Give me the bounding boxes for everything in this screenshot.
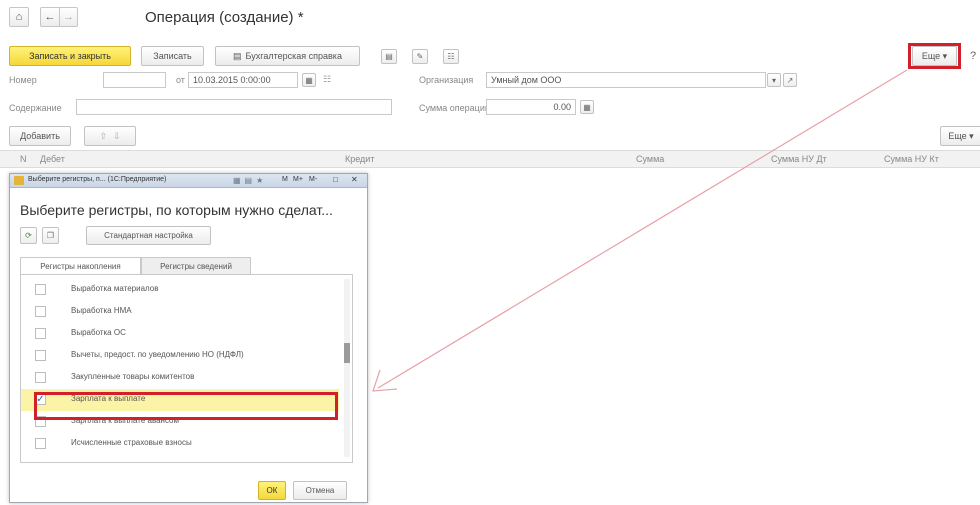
list-item[interactable]: Выработка материалов	[21, 279, 339, 301]
dialog-memory-mplus[interactable]: M+	[293, 176, 303, 183]
list-item[interactable]: Выработка ОС	[21, 323, 339, 345]
checkbox[interactable]	[35, 328, 46, 339]
app-icon	[14, 176, 24, 185]
checkbox[interactable]	[35, 438, 46, 449]
list-item-label: Вычеты, предост. по уведомлению НО (НДФЛ…	[71, 350, 244, 359]
amount-value: 0.00	[553, 102, 571, 112]
move-buttons[interactable]: ⇧ ⇩	[84, 126, 136, 146]
copy-icon[interactable]: ❐	[42, 227, 59, 244]
arrow-down-icon: ⇩	[113, 130, 121, 141]
amount-label: Сумма операции	[419, 103, 490, 113]
column-n[interactable]: N	[20, 154, 27, 164]
list-scrollbar[interactable]	[344, 279, 350, 457]
page-title: Операция (создание) *	[145, 9, 304, 26]
save-and-close-button[interactable]: Записать и закрыть	[9, 46, 131, 66]
arrow-left-icon: ←	[44, 11, 56, 23]
list-item-label: Выработка материалов	[71, 284, 159, 293]
report-icon: ▤	[233, 50, 242, 61]
dialog-memory-mminus[interactable]: M-	[309, 176, 317, 183]
list-item[interactable]: Закупленные товары комитентов	[21, 367, 339, 389]
dialog-heading: Выберите регистры, по которым нужно сдел…	[20, 202, 333, 218]
back-button[interactable]: ←	[40, 7, 59, 27]
list-item-label: Закупленные товары комитентов	[71, 372, 195, 381]
selected-row-highlight	[34, 392, 338, 420]
add-button[interactable]: Добавить	[9, 126, 71, 146]
list-item[interactable]: Вычеты, предост. по уведомлению НО (НДФЛ…	[21, 345, 339, 367]
home-icon: ⌂	[15, 11, 23, 23]
column-debit[interactable]: Дебет	[40, 154, 65, 164]
forward-button[interactable]: →	[59, 7, 78, 27]
save-button[interactable]: Записать	[141, 46, 204, 66]
checkbox[interactable]	[35, 372, 46, 383]
organization-dropdown-icon[interactable]: ▾	[767, 73, 781, 87]
content-label: Содержание	[9, 103, 62, 113]
arrow-head	[372, 369, 398, 392]
checkbox[interactable]	[35, 306, 46, 317]
content-field[interactable]	[76, 99, 392, 115]
organization-field[interactable]: Умный дом ООО	[486, 72, 766, 88]
checkbox[interactable]	[35, 284, 46, 295]
more-button-highlight	[908, 43, 961, 69]
report-button[interactable]: ▤ Бухгалтерская справка	[215, 46, 360, 66]
list-item-label: Исчисленные страховые взносы	[71, 438, 192, 447]
column-amount-nu-kt[interactable]: Сумма НУ Кт	[884, 154, 939, 164]
dialog-title-bar[interactable]: Выберите регистры, п... (1С:Предприятие)…	[10, 174, 367, 188]
dialog-window-title: Выберите регистры, п... (1С:Предприятие)	[28, 176, 167, 183]
close-icon[interactable]: ✕	[351, 175, 358, 184]
report-button-label: Бухгалтерская справка	[245, 51, 342, 61]
number-label: Номер	[9, 75, 37, 85]
cancel-button[interactable]: Отмена	[293, 481, 347, 500]
checkbox[interactable]	[35, 350, 46, 361]
list-item-label: Выработка НМА	[71, 306, 132, 315]
ok-button[interactable]: ОК	[258, 481, 286, 500]
date-extra-icon[interactable]: ☷	[323, 74, 331, 85]
amount-field[interactable]: 0.00	[486, 99, 576, 115]
dialog-tool-icons[interactable]: ▦▤★	[233, 176, 267, 185]
help-button[interactable]: ?	[970, 50, 976, 62]
posting-icon[interactable]: ▤	[381, 49, 397, 64]
structure-icon[interactable]: ☷	[443, 49, 459, 64]
date-from-label: от	[176, 75, 185, 85]
date-field[interactable]: 10.03.2015 0:00:00	[188, 72, 298, 88]
column-amount-nu-dt[interactable]: Сумма НУ Дт	[771, 154, 827, 164]
select-registers-dialog: Выберите регистры, п... (1С:Предприятие)…	[9, 173, 368, 503]
scrollbar-thumb[interactable]	[344, 343, 350, 363]
list-item-label: Выработка ОС	[71, 328, 126, 337]
arrow-up-icon: ⇧	[99, 130, 107, 141]
refresh-icon[interactable]: ⟳	[20, 227, 37, 244]
calculator-icon[interactable]: ▦	[580, 100, 594, 114]
tab-accumulation-registers[interactable]: Регистры накопления	[20, 257, 141, 275]
standard-settings-button[interactable]: Стандартная настройка	[86, 226, 211, 245]
table-more-button[interactable]: Еще ▾	[940, 126, 980, 146]
tab-information-registers[interactable]: Регистры сведений	[141, 257, 251, 275]
arrow-right-icon: →	[63, 11, 74, 23]
list-item[interactable]: Выработка НМА	[21, 301, 339, 323]
organization-open-icon[interactable]: ↗	[783, 73, 797, 87]
organization-label: Организация	[419, 75, 474, 85]
calendar-icon[interactable]: ▦	[302, 73, 316, 87]
table-header: N Дебет Кредит Сумма Сумма НУ Дт Сумма Н…	[0, 150, 980, 168]
arrow-line	[377, 69, 908, 389]
home-button[interactable]: ⌂	[9, 7, 29, 27]
list-item[interactable]: Исчисленные страховые взносы	[21, 433, 339, 455]
registers-list: Выработка материалов Выработка НМА Выраб…	[20, 274, 353, 463]
print-icon[interactable]: ✎	[412, 49, 428, 64]
number-field[interactable]	[103, 72, 166, 88]
dialog-memory-m[interactable]: M	[282, 176, 288, 183]
maximize-icon[interactable]: □	[333, 175, 338, 184]
column-credit[interactable]: Кредит	[345, 154, 374, 164]
column-amount[interactable]: Сумма	[636, 154, 664, 164]
